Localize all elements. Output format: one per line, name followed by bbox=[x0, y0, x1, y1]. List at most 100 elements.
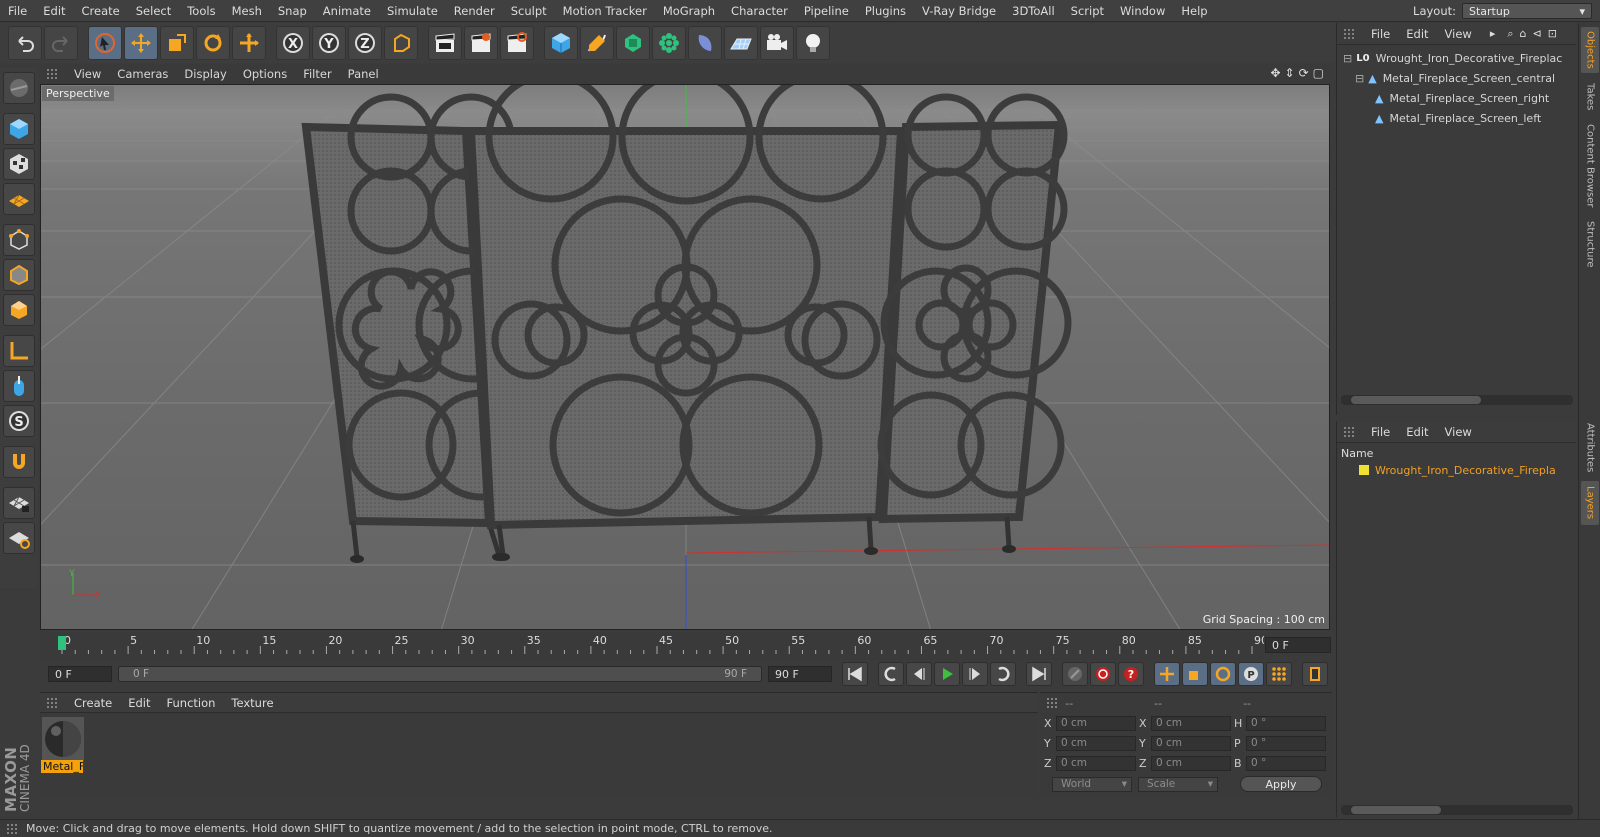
menu-character[interactable]: Character bbox=[723, 4, 796, 18]
autokey-button[interactable]: ? bbox=[1118, 662, 1144, 686]
polygons-mode-button[interactable] bbox=[3, 294, 35, 326]
3d-viewport[interactable]: Perspective Y X Grid Spacing : 100 cm bbox=[40, 84, 1330, 630]
menu-pipeline[interactable]: Pipeline bbox=[796, 4, 857, 18]
new-window-icon[interactable]: ⊡ bbox=[1548, 27, 1557, 40]
rot-p-field[interactable]: 0 ° bbox=[1246, 735, 1326, 751]
timeline-window-button[interactable] bbox=[1302, 662, 1328, 686]
menu-snap[interactable]: Snap bbox=[270, 4, 315, 18]
go-to-end-button[interactable] bbox=[1026, 662, 1052, 686]
panel-grip-icon[interactable] bbox=[1343, 425, 1355, 438]
z-axis-lock-button[interactable]: Z bbox=[348, 26, 382, 60]
undo-button[interactable] bbox=[8, 26, 42, 60]
tab-objects[interactable]: Objects bbox=[1581, 27, 1599, 73]
motion-path-button[interactable] bbox=[1062, 662, 1088, 686]
size-z-field[interactable]: 0 cm bbox=[1151, 755, 1231, 771]
scroll-thumb[interactable] bbox=[1351, 396, 1481, 404]
tree-item-central[interactable]: ⊟ ▲ Metal_Fireplace_Screen_central bbox=[1355, 69, 1555, 87]
next-frame-button[interactable] bbox=[962, 662, 988, 686]
size-x-field[interactable]: 0 cm bbox=[1151, 715, 1231, 731]
tab-attributes[interactable]: Attributes bbox=[1581, 419, 1599, 477]
panel-grip-icon[interactable] bbox=[46, 68, 58, 80]
menu-mesh[interactable]: Mesh bbox=[224, 4, 270, 18]
live-selection-button[interactable] bbox=[88, 26, 122, 60]
viewport-menu-filter[interactable]: Filter bbox=[295, 67, 339, 81]
key-pla-button[interactable] bbox=[1266, 662, 1292, 686]
material-thumbnail[interactable] bbox=[42, 717, 84, 765]
tab-content-browser[interactable]: Content Browser bbox=[1581, 121, 1599, 211]
points-mode-button[interactable] bbox=[3, 224, 35, 256]
pos-y-field[interactable]: 0 cm bbox=[1056, 735, 1136, 751]
nurbs-button[interactable] bbox=[616, 26, 650, 60]
menu-3dtoall[interactable]: 3DToAll bbox=[1004, 4, 1063, 18]
menu-simulate[interactable]: Simulate bbox=[379, 4, 446, 18]
scale-mode-dropdown[interactable]: Scale ▾ bbox=[1138, 776, 1218, 792]
rotate-tool-button[interactable] bbox=[196, 26, 230, 60]
pan-icon[interactable]: ✥ bbox=[1270, 66, 1280, 80]
tweak-mode-button[interactable] bbox=[3, 370, 35, 402]
redo-button[interactable] bbox=[44, 26, 78, 60]
x-axis-lock-button[interactable]: X bbox=[276, 26, 310, 60]
deformer-button[interactable] bbox=[688, 26, 722, 60]
back-icon[interactable]: ⊲ bbox=[1533, 27, 1542, 40]
layer-item[interactable]: Wrought_Iron_Decorative_Firepla bbox=[1347, 461, 1556, 479]
render-picture-viewer-button[interactable] bbox=[464, 26, 498, 60]
record-button[interactable] bbox=[1090, 662, 1116, 686]
move-tool-button[interactable] bbox=[124, 26, 158, 60]
material-menu-create[interactable]: Create bbox=[66, 696, 120, 710]
panel-grip-icon[interactable] bbox=[1046, 697, 1058, 709]
menu-select[interactable]: Select bbox=[128, 4, 179, 18]
scroll-thumb[interactable] bbox=[1351, 806, 1441, 814]
play-button[interactable] bbox=[934, 662, 960, 686]
home-icon[interactable]: ⌂ bbox=[1520, 27, 1527, 40]
expand-arrow-icon[interactable]: ▸ bbox=[1490, 27, 1496, 40]
tab-layers[interactable]: Layers bbox=[1581, 481, 1599, 525]
timeline-ruler[interactable]: 051015202530354045505560657075808590 bbox=[40, 632, 1268, 660]
workplane-mode-button[interactable] bbox=[3, 183, 35, 215]
coordinate-mode-dropdown[interactable]: World ▾ bbox=[1052, 776, 1132, 792]
planar-workplane-button[interactable] bbox=[3, 522, 35, 554]
layers-menu-view[interactable]: View bbox=[1437, 425, 1480, 439]
maximize-icon[interactable]: ▢ bbox=[1313, 66, 1324, 80]
rot-h-field[interactable]: 0 ° bbox=[1246, 715, 1326, 731]
viewport-menu-view[interactable]: View bbox=[66, 67, 109, 81]
tree-item-right[interactable]: ▲ Metal_Fireplace_Screen_right bbox=[1375, 89, 1549, 107]
end-frame-field[interactable]: 90 F bbox=[768, 666, 832, 682]
menu-file[interactable]: File bbox=[0, 4, 35, 18]
layers-menu-file[interactable]: File bbox=[1363, 425, 1398, 439]
layout-select[interactable]: Startup ▾ bbox=[1462, 3, 1592, 19]
solo-button[interactable]: S bbox=[3, 405, 35, 437]
menu-vray-bridge[interactable]: V-Ray Bridge bbox=[914, 4, 1004, 18]
lock-workplane-button[interactable] bbox=[3, 487, 35, 519]
tree-item-root[interactable]: ⊟ L0 Wrought_Iron_Decorative_Fireplac bbox=[1343, 49, 1562, 67]
playhead-marker[interactable] bbox=[58, 636, 66, 650]
start-frame-field[interactable]: 0 F bbox=[48, 666, 112, 682]
key-position-button[interactable] bbox=[1154, 662, 1180, 686]
panel-grip-icon[interactable] bbox=[1343, 27, 1355, 40]
menu-help[interactable]: Help bbox=[1173, 4, 1215, 18]
objects-menu-view[interactable]: View bbox=[1437, 27, 1480, 41]
viewport-menu-cameras[interactable]: Cameras bbox=[109, 67, 176, 81]
mograph-cloner-button[interactable] bbox=[652, 26, 686, 60]
objects-menu-file[interactable]: File bbox=[1363, 27, 1398, 41]
viewport-menu-panel[interactable]: Panel bbox=[340, 67, 387, 81]
tab-structure[interactable]: Structure bbox=[1581, 215, 1599, 273]
light-button[interactable] bbox=[796, 26, 830, 60]
collapse-icon[interactable]: ⊟ bbox=[1355, 72, 1364, 85]
material-menu-texture[interactable]: Texture bbox=[223, 696, 281, 710]
coordinate-system-button[interactable] bbox=[384, 26, 418, 60]
y-axis-lock-button[interactable]: Y bbox=[312, 26, 346, 60]
menu-edit[interactable]: Edit bbox=[35, 4, 73, 18]
layers-menu-edit[interactable]: Edit bbox=[1398, 425, 1436, 439]
key-rotation-button[interactable] bbox=[1210, 662, 1236, 686]
camera-button[interactable] bbox=[760, 26, 794, 60]
key-scale-button[interactable] bbox=[1182, 662, 1208, 686]
tab-takes[interactable]: Takes bbox=[1581, 77, 1599, 117]
dolly-icon[interactable]: ⇕ bbox=[1285, 66, 1295, 80]
scale-tool-button[interactable] bbox=[160, 26, 194, 60]
axis-mode-button[interactable] bbox=[3, 335, 35, 367]
tree-item-left[interactable]: ▲ Metal_Fireplace_Screen_left bbox=[1375, 109, 1541, 127]
search-icon[interactable]: ⌕ bbox=[1507, 27, 1513, 41]
viewport-menu-display[interactable]: Display bbox=[176, 67, 234, 81]
pos-z-field[interactable]: 0 cm bbox=[1056, 755, 1136, 771]
size-y-field[interactable]: 0 cm bbox=[1151, 735, 1231, 751]
